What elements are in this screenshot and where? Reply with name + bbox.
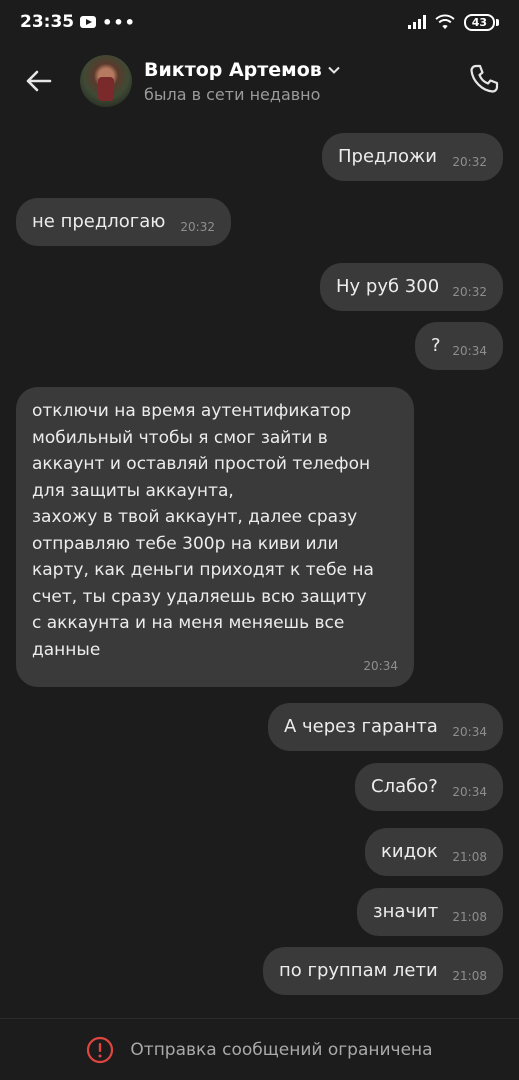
message-text: Слабо? [371,776,438,797]
message-text: Предложи [338,146,437,167]
avatar[interactable] [80,55,132,107]
message-time: 20:34 [363,659,398,673]
message-bubble-outgoing[interactable]: А через гаранта 20:34 [268,703,503,751]
message-text: по группам лети [279,960,438,981]
warning-icon [87,1036,114,1063]
message-text: отключи на время аутентификатор мобильны… [32,401,374,660]
message-bubble-outgoing[interactable]: кидок 21:08 [365,828,503,876]
back-button[interactable] [18,61,58,101]
contact-name: Виктор Артемов [144,58,322,81]
message-text: не предлогаю [32,211,166,232]
message-text: Ну руб 300 [336,276,440,297]
message-bubble-incoming[interactable]: не предлогаю 20:32 [16,198,231,246]
contact-status: была в сети недавно [144,84,321,104]
battery-level: 43 [463,13,495,31]
message-bubble-outgoing[interactable]: по группам лети 21:08 [263,947,503,995]
message-time: 20:34 [452,725,487,739]
more-notifications-icon: ••• [102,12,136,32]
message-time: 21:08 [452,969,487,983]
message-text: значит [373,901,439,922]
chat-header: Виктор Артемов была в сети недавно [0,50,519,112]
message-time: 20:34 [452,344,487,358]
wifi-icon [435,14,455,30]
message-time: 21:08 [452,910,487,924]
message-bubble-incoming[interactable]: отключи на время аутентификатор мобильны… [16,387,414,687]
restriction-text: Отправка сообщений ограничена [130,1039,433,1060]
status-bar: 23:35 ••• 43 [0,0,519,44]
message-time: 20:34 [452,785,487,799]
message-bubble-outgoing[interactable]: Предложи 20:32 [322,133,503,181]
message-bubble-outgoing[interactable]: Ну руб 300 20:32 [320,263,503,311]
contact-info[interactable]: Виктор Артемов была в сети недавно [144,59,340,104]
youtube-notification-icon [80,16,97,28]
message-time: 20:32 [180,220,215,234]
message-text: А через гаранта [284,716,438,737]
arrow-left-icon [26,70,52,92]
message-text: кидок [381,841,438,862]
chat-screen: 23:35 ••• 43 Виктор Артемов была в сети … [0,0,519,1080]
messaging-restricted-banner: Отправка сообщений ограничена [0,1018,519,1080]
status-time: 23:35 [20,12,75,32]
signal-icon [407,15,426,29]
message-bubble-outgoing[interactable]: значит 21:08 [357,888,503,936]
message-bubble-outgoing[interactable]: Слабо? 20:34 [355,763,503,811]
message-time: 21:08 [452,850,487,864]
chevron-down-icon [328,66,340,74]
battery-icon: 43 [463,13,499,31]
phone-call-icon[interactable] [467,62,501,96]
message-text: ? [431,335,441,356]
message-bubble-outgoing[interactable]: ? 20:34 [415,322,503,370]
message-time: 20:32 [452,155,487,169]
message-time: 20:32 [452,285,487,299]
